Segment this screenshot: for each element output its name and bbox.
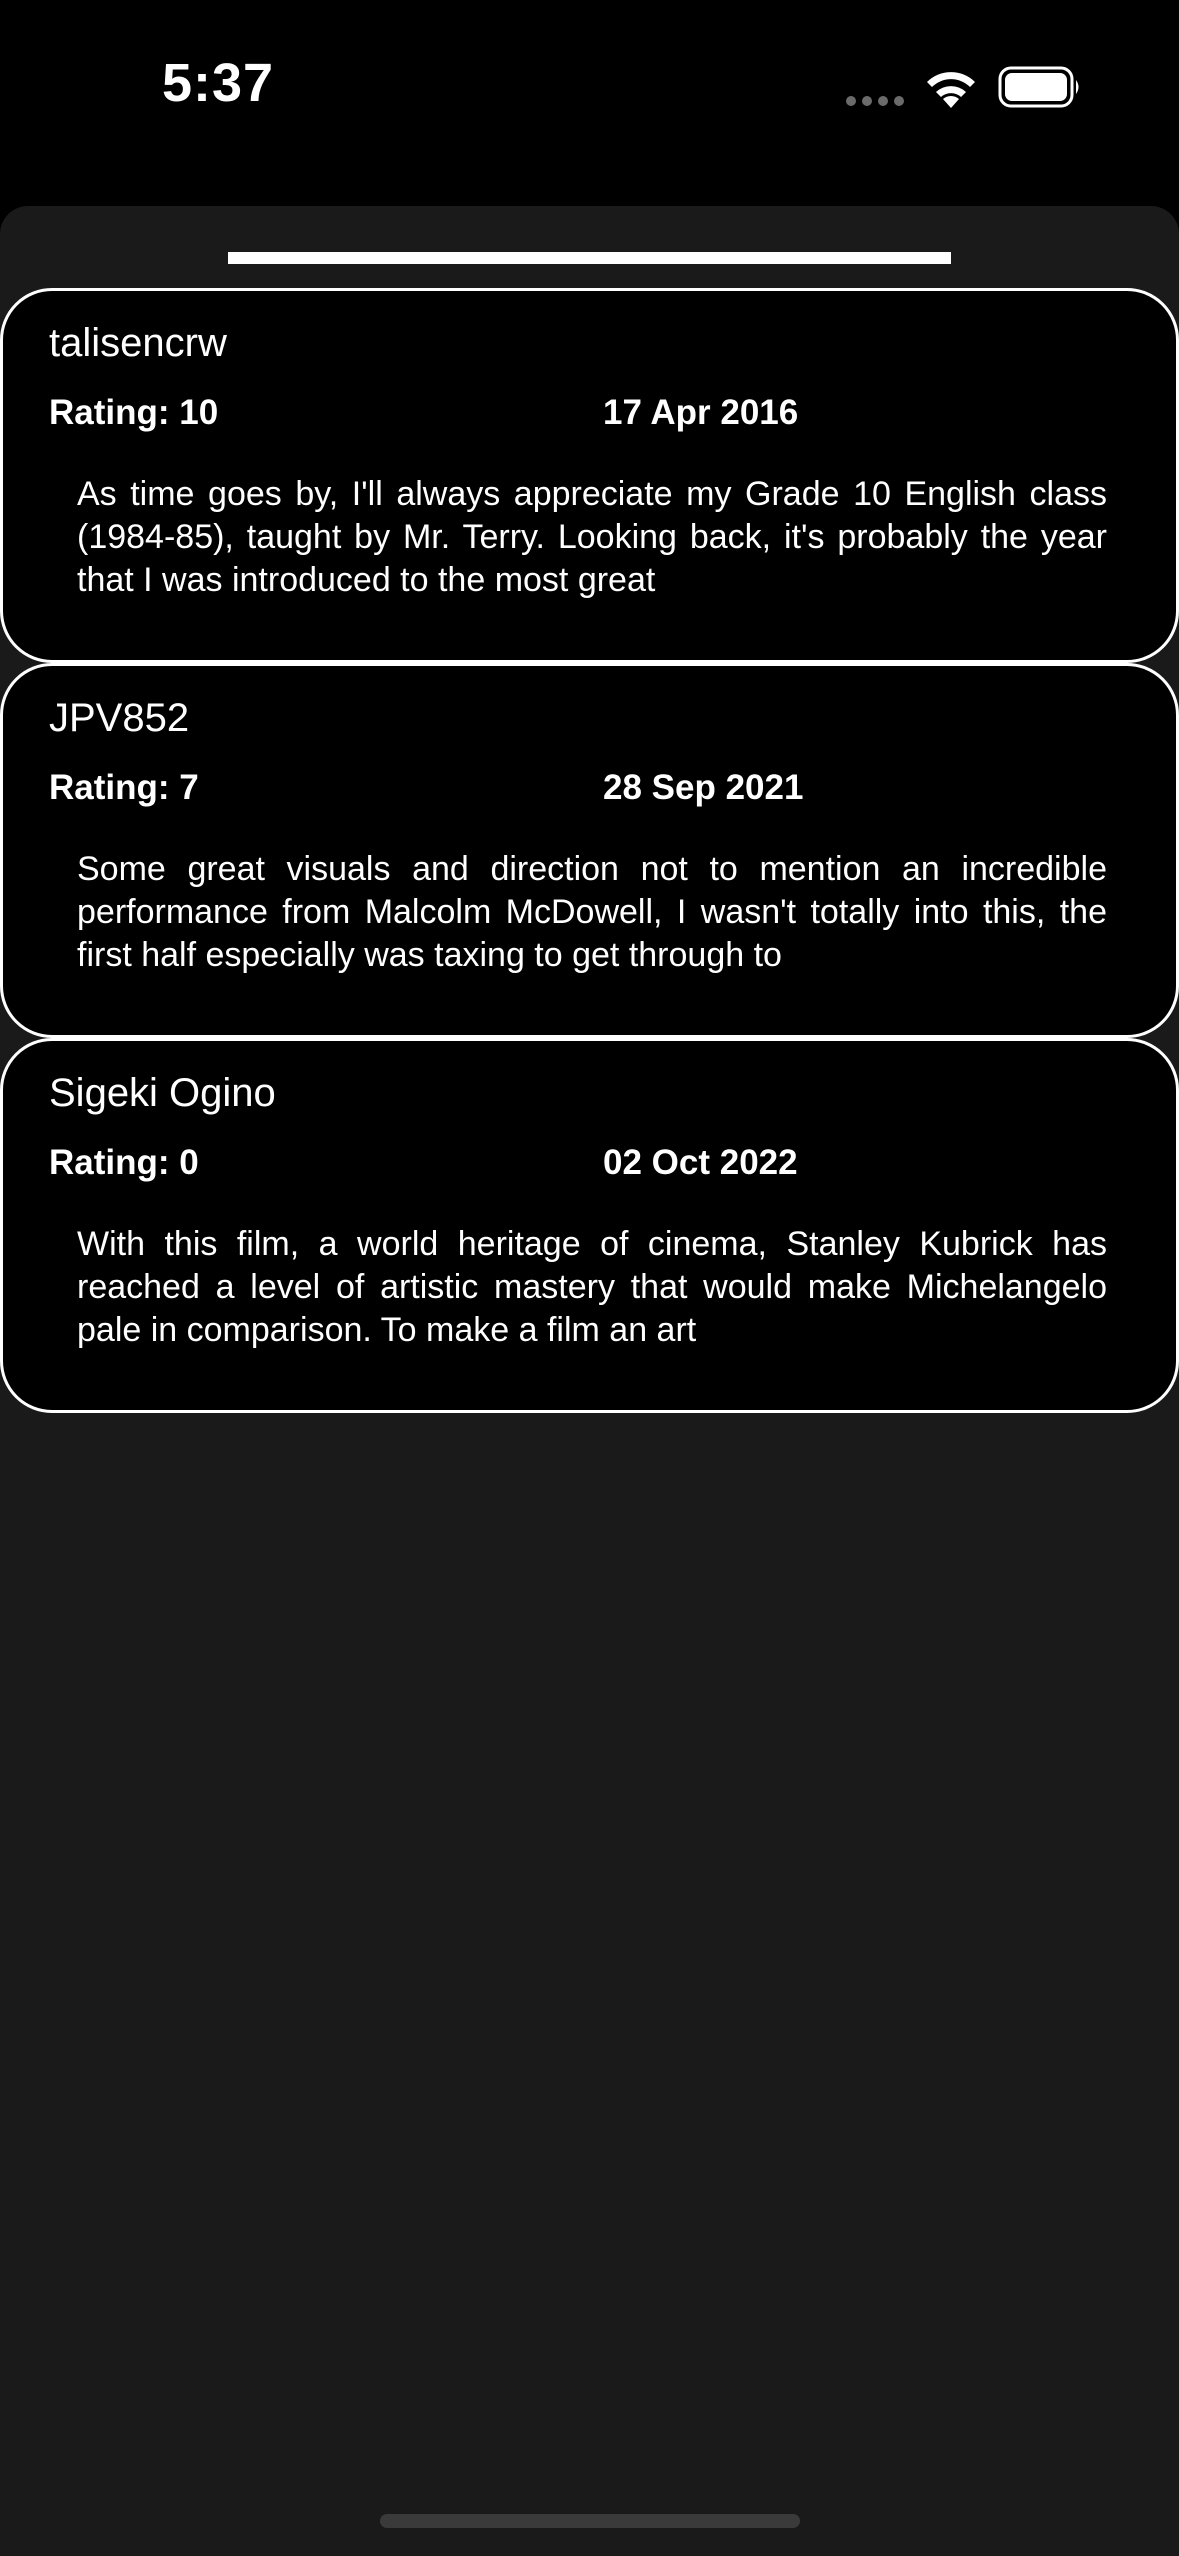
review-date: 17 Apr 2016 [603,393,799,432]
review-rating: Rating: 10 [49,393,219,432]
review-card[interactable]: Sigeki Ogino Rating: 0 02 Oct 2022 With … [0,1038,1179,1413]
status-time: 5:37 [162,53,275,113]
reviews-sheet: talisencrw Rating: 10 17 Apr 2016 As tim… [0,206,1179,2556]
review-author: Sigeki Ogino [49,1071,276,1115]
review-rating: Rating: 0 [49,1143,199,1182]
battery-icon [998,66,1079,108]
status-bar: 5:37 [0,0,1179,200]
review-list: talisencrw Rating: 10 17 Apr 2016 As tim… [0,288,1179,1413]
signal-dots-icon [846,96,904,106]
wifi-icon [927,72,975,108]
review-body: With this film, a world heritage of cine… [77,1225,1107,1349]
review-date: 28 Sep 2021 [603,768,804,807]
review-body: As time goes by, I'll always appreciate … [77,475,1107,599]
review-body: Some great visuals and direction not to … [77,850,1107,974]
review-author: JPV852 [49,696,190,740]
review-card[interactable]: JPV852 Rating: 7 28 Sep 2021 Some great … [0,663,1179,1038]
home-indicator[interactable] [380,2514,800,2528]
review-rating: Rating: 7 [49,768,199,807]
review-author: talisencrw [49,321,227,365]
review-date: 02 Oct 2022 [603,1143,798,1182]
review-card[interactable]: talisencrw Rating: 10 17 Apr 2016 As tim… [0,288,1179,663]
sheet-grabber[interactable] [228,252,951,264]
